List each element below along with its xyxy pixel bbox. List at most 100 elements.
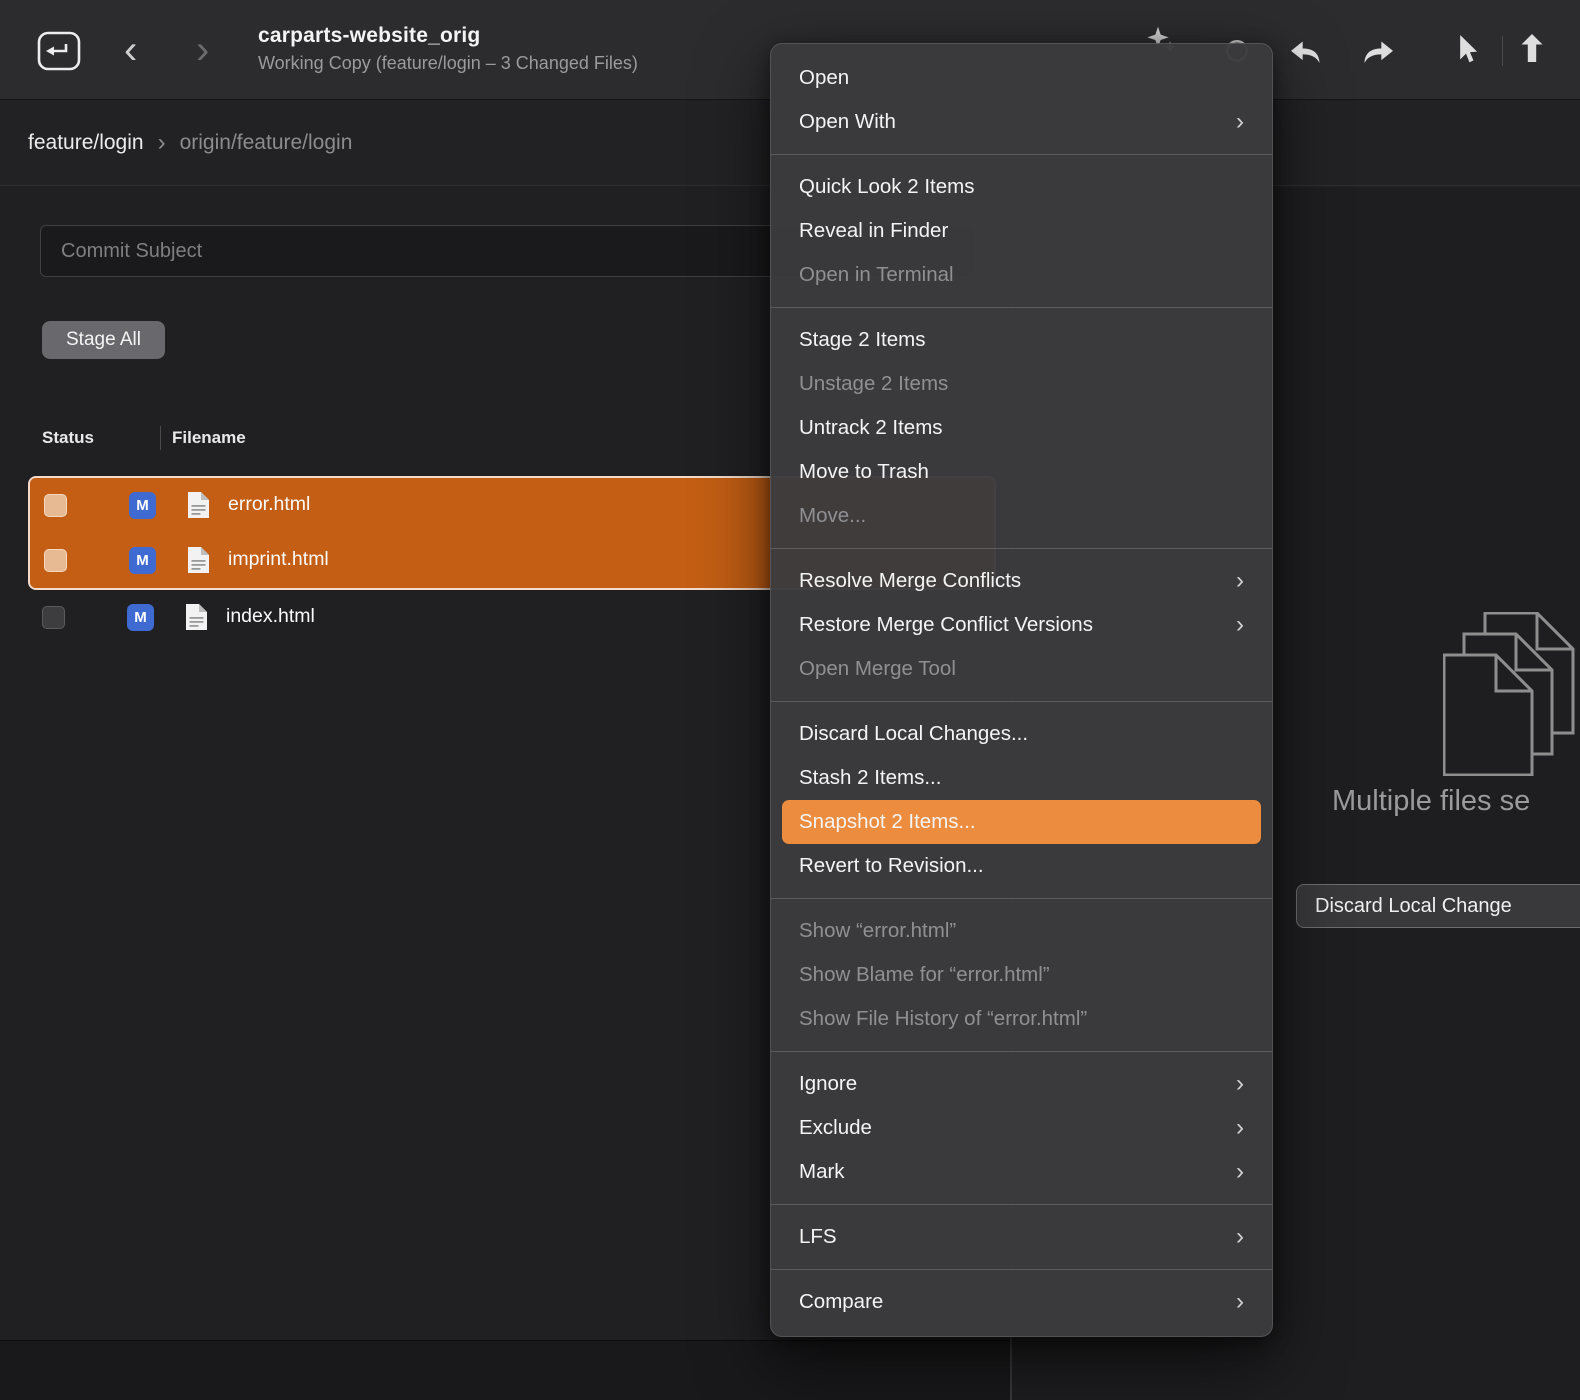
- filename-label: index.html: [226, 605, 315, 628]
- menu-item-show-file-history-of-error-html: Show File History of “error.html”: [771, 997, 1272, 1041]
- column-divider[interactable]: [160, 426, 161, 450]
- menu-separator: [771, 701, 1272, 702]
- menu-item-restore-merge-conflict-versions[interactable]: Restore Merge Conflict Versions ›: [771, 603, 1272, 647]
- column-filename[interactable]: Filename: [172, 428, 246, 448]
- menu-item-unstage-2-items: Unstage 2 Items: [771, 362, 1272, 406]
- redo-icon[interactable]: [1360, 38, 1398, 71]
- menu-item-label: Move to Trash: [799, 450, 929, 494]
- menu-separator: [771, 1204, 1272, 1205]
- menu-item-label: Unstage 2 Items: [799, 362, 948, 406]
- filename-label: error.html: [228, 493, 310, 516]
- breadcrumb-branch[interactable]: feature/login: [28, 131, 144, 155]
- menu-item-open-in-terminal: Open in Terminal: [771, 253, 1272, 297]
- menu-separator: [771, 1269, 1272, 1270]
- menu-item-label: Move...: [799, 494, 866, 538]
- menu-item-label: Mark: [799, 1150, 845, 1194]
- submenu-chevron-icon: ›: [1236, 1215, 1244, 1259]
- discard-local-changes-button[interactable]: Discard Local Change: [1296, 884, 1580, 928]
- menu-item-label: Compare: [799, 1280, 883, 1324]
- menu-item-open[interactable]: Open: [771, 56, 1272, 100]
- file-icon: [187, 491, 210, 519]
- menu-item-label: Resolve Merge Conflicts: [799, 559, 1021, 603]
- submenu-chevron-icon: ›: [1236, 100, 1244, 144]
- context-menu: OpenOpen With › Quick Look 2 ItemsReveal i…: [770, 43, 1273, 1337]
- menu-item-compare[interactable]: Compare ›: [771, 1280, 1272, 1324]
- menu-item-stash-2-items[interactable]: Stash 2 Items...: [771, 756, 1272, 800]
- menu-item-show-error-html: Show “error.html”: [771, 909, 1272, 953]
- menu-separator: [771, 898, 1272, 899]
- back-button[interactable]: ‹: [124, 22, 137, 78]
- multiple-files-message: Multiple files se: [1332, 785, 1530, 818]
- menu-item-label: Untrack 2 Items: [799, 406, 943, 450]
- window-titles: carparts-website_orig Working Copy (feat…: [258, 24, 638, 74]
- menu-item-show-blame-for-error-html: Show Blame for “error.html”: [771, 953, 1272, 997]
- stage-all-button[interactable]: Stage All: [42, 321, 165, 359]
- menu-item-label: Open Merge Tool: [799, 647, 956, 691]
- menu-item-mark[interactable]: Mark ›: [771, 1150, 1272, 1194]
- menu-item-label: Open: [799, 56, 849, 100]
- window-subtitle: Working Copy (feature/login – 3 Changed …: [258, 53, 638, 74]
- submenu-chevron-icon: ›: [1236, 1062, 1244, 1106]
- window-title: carparts-website_orig: [258, 24, 638, 48]
- filename-label: imprint.html: [228, 548, 329, 571]
- stage-checkbox[interactable]: [44, 549, 67, 572]
- menu-item-open-merge-tool: Open Merge Tool: [771, 647, 1272, 691]
- menu-item-label: Exclude: [799, 1106, 872, 1150]
- menu-item-ignore[interactable]: Ignore ›: [771, 1062, 1272, 1106]
- submenu-chevron-icon: ›: [1236, 603, 1244, 647]
- working-copy-icon[interactable]: [36, 29, 82, 73]
- submenu-chevron-icon: ›: [1236, 559, 1244, 603]
- menu-item-label: Reveal in Finder: [799, 209, 948, 253]
- menu-item-discard-local-changes[interactable]: Discard Local Changes...: [771, 712, 1272, 756]
- menu-item-snapshot-2-items[interactable]: Snapshot 2 Items...: [782, 800, 1261, 844]
- forward-button[interactable]: ›: [196, 22, 209, 78]
- menu-separator: [771, 1051, 1272, 1052]
- modified-status-badge: M: [127, 604, 154, 631]
- menu-item-stage-2-items[interactable]: Stage 2 Items: [771, 318, 1272, 362]
- menu-item-move: Move...: [771, 494, 1272, 538]
- multiple-files-icon: [1443, 612, 1575, 776]
- menu-item-revert-to-revision[interactable]: Revert to Revision...: [771, 844, 1272, 888]
- toolbar-divider: [1502, 36, 1503, 66]
- file-icon: [185, 603, 208, 631]
- menu-item-exclude[interactable]: Exclude ›: [771, 1106, 1272, 1150]
- submenu-chevron-icon: ›: [1236, 1150, 1244, 1194]
- menu-item-label: Discard Local Changes...: [799, 712, 1028, 756]
- menu-item-reveal-in-finder[interactable]: Reveal in Finder: [771, 209, 1272, 253]
- breadcrumb-remote[interactable]: origin/feature/login: [180, 131, 353, 155]
- menu-item-label: Open in Terminal: [799, 253, 954, 297]
- stage-checkbox[interactable]: [42, 606, 65, 629]
- menu-item-untrack-2-items[interactable]: Untrack 2 Items: [771, 406, 1272, 450]
- push-icon[interactable]: [1518, 31, 1546, 70]
- submenu-chevron-icon: ›: [1236, 1280, 1244, 1324]
- menu-item-open-with[interactable]: Open With ›: [771, 100, 1272, 144]
- modified-status-badge: M: [129, 492, 156, 519]
- chevron-right-icon: ›: [158, 129, 166, 157]
- menu-item-label: Revert to Revision...: [799, 844, 984, 888]
- menu-separator: [771, 548, 1272, 549]
- menu-item-lfs[interactable]: LFS ›: [771, 1215, 1272, 1259]
- menu-item-move-to-trash[interactable]: Move to Trash: [771, 450, 1272, 494]
- submenu-chevron-icon: ›: [1236, 1106, 1244, 1150]
- menu-separator: [771, 154, 1272, 155]
- menu-item-quick-look-2-items[interactable]: Quick Look 2 Items: [771, 165, 1272, 209]
- menu-item-label: Open With: [799, 100, 896, 144]
- menu-item-resolve-merge-conflicts[interactable]: Resolve Merge Conflicts ›: [771, 559, 1272, 603]
- pointer-icon[interactable]: [1452, 32, 1480, 71]
- menu-item-label: Snapshot 2 Items...: [799, 800, 976, 844]
- stage-checkbox[interactable]: [44, 494, 67, 517]
- menu-item-label: Quick Look 2 Items: [799, 165, 974, 209]
- undo-icon[interactable]: [1286, 38, 1324, 71]
- menu-item-label: Stage 2 Items: [799, 318, 925, 362]
- menu-item-label: Show Blame for “error.html”: [799, 953, 1050, 997]
- menu-item-label: Stash 2 Items...: [799, 756, 941, 800]
- modified-status-badge: M: [129, 547, 156, 574]
- menu-item-label: LFS: [799, 1215, 837, 1259]
- menu-separator: [771, 307, 1272, 308]
- menu-item-label: Show File History of “error.html”: [799, 997, 1087, 1041]
- file-icon: [187, 546, 210, 574]
- column-status[interactable]: Status: [42, 428, 94, 448]
- app-window: ‹ › carparts-website_orig Working Copy (…: [0, 0, 1580, 1400]
- menu-item-label: Restore Merge Conflict Versions: [799, 603, 1093, 647]
- menu-item-label: Ignore: [799, 1062, 857, 1106]
